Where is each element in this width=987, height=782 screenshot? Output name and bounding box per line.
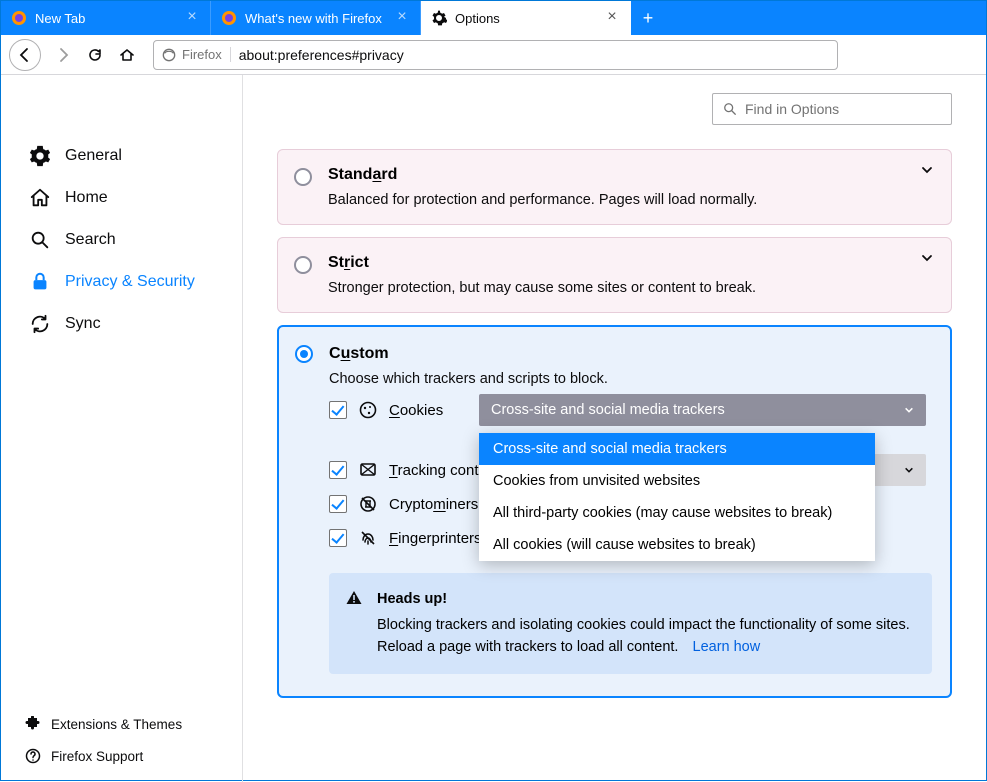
gear-icon	[431, 10, 447, 26]
url-text: about:preferences#privacy	[239, 47, 404, 63]
sidebar-item-label: General	[65, 147, 122, 165]
sidebar-item-label: Firefox Support	[51, 749, 143, 764]
sidebar-item-support[interactable]: Firefox Support	[1, 740, 242, 772]
tracking-icon	[359, 461, 377, 479]
tab-label: New Tab	[35, 11, 184, 26]
sidebar-item-label: Home	[65, 189, 108, 207]
gear-icon	[29, 145, 51, 167]
reload-button[interactable]	[79, 39, 111, 71]
warning-icon	[345, 589, 363, 607]
chevron-down-icon	[904, 465, 914, 475]
sidebar-item-home[interactable]: Home	[1, 177, 242, 219]
site-identity-chip[interactable]: Firefox	[162, 47, 231, 62]
sidebar-item-general[interactable]: General	[1, 135, 242, 177]
option-label-cryptominers: Cryptominers	[389, 496, 478, 513]
checkbox-cryptominers[interactable]	[329, 495, 347, 513]
panel-description: Choose which trackers and scripts to blo…	[329, 371, 932, 387]
browser-nav-bar: Firefox about:preferences#privacy	[1, 35, 986, 75]
search-icon	[723, 102, 737, 116]
chevron-down-icon	[904, 405, 914, 415]
radio-standard[interactable]	[294, 168, 312, 186]
panel-description: Balanced for protection and performance.…	[328, 192, 933, 208]
dropdown-option[interactable]: Cross-site and social media trackers	[479, 433, 875, 465]
sidebar-item-label: Search	[65, 231, 116, 249]
site-identity-label: Firefox	[182, 47, 222, 62]
browser-tab-options[interactable]: Options ×	[421, 1, 631, 35]
close-icon[interactable]: ×	[394, 10, 410, 26]
checkbox-cookies[interactable]	[329, 401, 347, 419]
sidebar-item-privacy[interactable]: Privacy & Security	[1, 261, 242, 303]
panel-title: Custom	[329, 345, 932, 363]
protection-panel-custom: Custom Choose which trackers and scripts…	[277, 325, 952, 698]
options-search-input[interactable]: Find in Options	[712, 93, 952, 125]
tab-label: Options	[455, 11, 604, 26]
lock-icon	[29, 271, 51, 293]
back-button[interactable]	[9, 39, 41, 71]
panel-title: Standard	[328, 166, 933, 184]
learn-how-link[interactable]: Learn how	[693, 639, 761, 655]
notice-body: Blocking trackers and isolating cookies …	[377, 617, 910, 655]
panel-title: Strict	[328, 254, 933, 272]
checkbox-fingerprinters[interactable]	[329, 529, 347, 547]
dropdown-option[interactable]: All third-party cookies (may cause websi…	[479, 497, 875, 529]
cookie-icon	[359, 401, 377, 419]
notice-title: Heads up!	[377, 589, 914, 611]
cookies-policy-dropdown: Cross-site and social media trackers Coo…	[479, 433, 875, 561]
search-icon	[29, 229, 51, 251]
protection-panel-standard[interactable]: Standard Balanced for protection and per…	[277, 149, 952, 225]
tab-label: What's new with Firefox	[245, 11, 394, 26]
new-tab-button[interactable]: +	[631, 1, 665, 35]
preferences-sidebar: General Home Search Privacy & Security	[1, 75, 243, 782]
dropdown-option[interactable]: All cookies (will cause websites to brea…	[479, 529, 875, 561]
chevron-down-icon[interactable]	[921, 252, 933, 264]
browser-tab-bar: New Tab × What's new with Firefox × Opti…	[1, 1, 986, 35]
sync-icon	[29, 313, 51, 335]
close-icon[interactable]: ×	[604, 10, 620, 26]
panel-description: Stronger protection, but may cause some …	[328, 280, 933, 296]
cookies-policy-select[interactable]: Cross-site and social media trackers	[479, 394, 926, 426]
browser-tab-newtab[interactable]: New Tab ×	[1, 1, 211, 35]
dropdown-option[interactable]: Cookies from unvisited websites	[479, 465, 875, 497]
option-label-cookies: Cookies	[389, 402, 443, 419]
close-icon[interactable]: ×	[184, 10, 200, 26]
sidebar-item-extensions[interactable]: Extensions & Themes	[1, 708, 242, 740]
firefox-icon	[221, 10, 237, 26]
radio-custom[interactable]	[295, 345, 313, 363]
option-label-fingerprinters: Fingerprinters	[389, 530, 482, 547]
radio-strict[interactable]	[294, 256, 312, 274]
home-icon	[29, 187, 51, 209]
checkbox-tracking[interactable]	[329, 461, 347, 479]
puzzle-icon	[25, 716, 41, 732]
cryptominer-icon	[359, 495, 377, 513]
sidebar-item-sync[interactable]: Sync	[1, 303, 242, 345]
preferences-content: Find in Options Standard Balanced for pr…	[243, 75, 986, 782]
sidebar-item-label: Extensions & Themes	[51, 717, 182, 732]
forward-button	[47, 39, 79, 71]
chevron-down-icon[interactable]	[921, 164, 933, 176]
home-button[interactable]	[111, 39, 143, 71]
address-bar[interactable]: Firefox about:preferences#privacy	[153, 40, 838, 70]
sidebar-item-search[interactable]: Search	[1, 219, 242, 261]
sidebar-item-label: Privacy & Security	[65, 273, 195, 291]
help-icon	[25, 748, 41, 764]
fingerprint-icon	[359, 529, 377, 547]
protection-panel-strict[interactable]: Strict Stronger protection, but may caus…	[277, 237, 952, 313]
heads-up-notice: Heads up! Blocking trackers and isolatin…	[329, 573, 932, 674]
select-value: Cross-site and social media trackers	[491, 402, 725, 418]
sidebar-item-label: Sync	[65, 315, 101, 333]
search-placeholder: Find in Options	[745, 101, 839, 117]
firefox-icon	[11, 10, 27, 26]
firefox-outline-icon	[162, 48, 176, 62]
browser-tab-whatsnew[interactable]: What's new with Firefox ×	[211, 1, 421, 35]
